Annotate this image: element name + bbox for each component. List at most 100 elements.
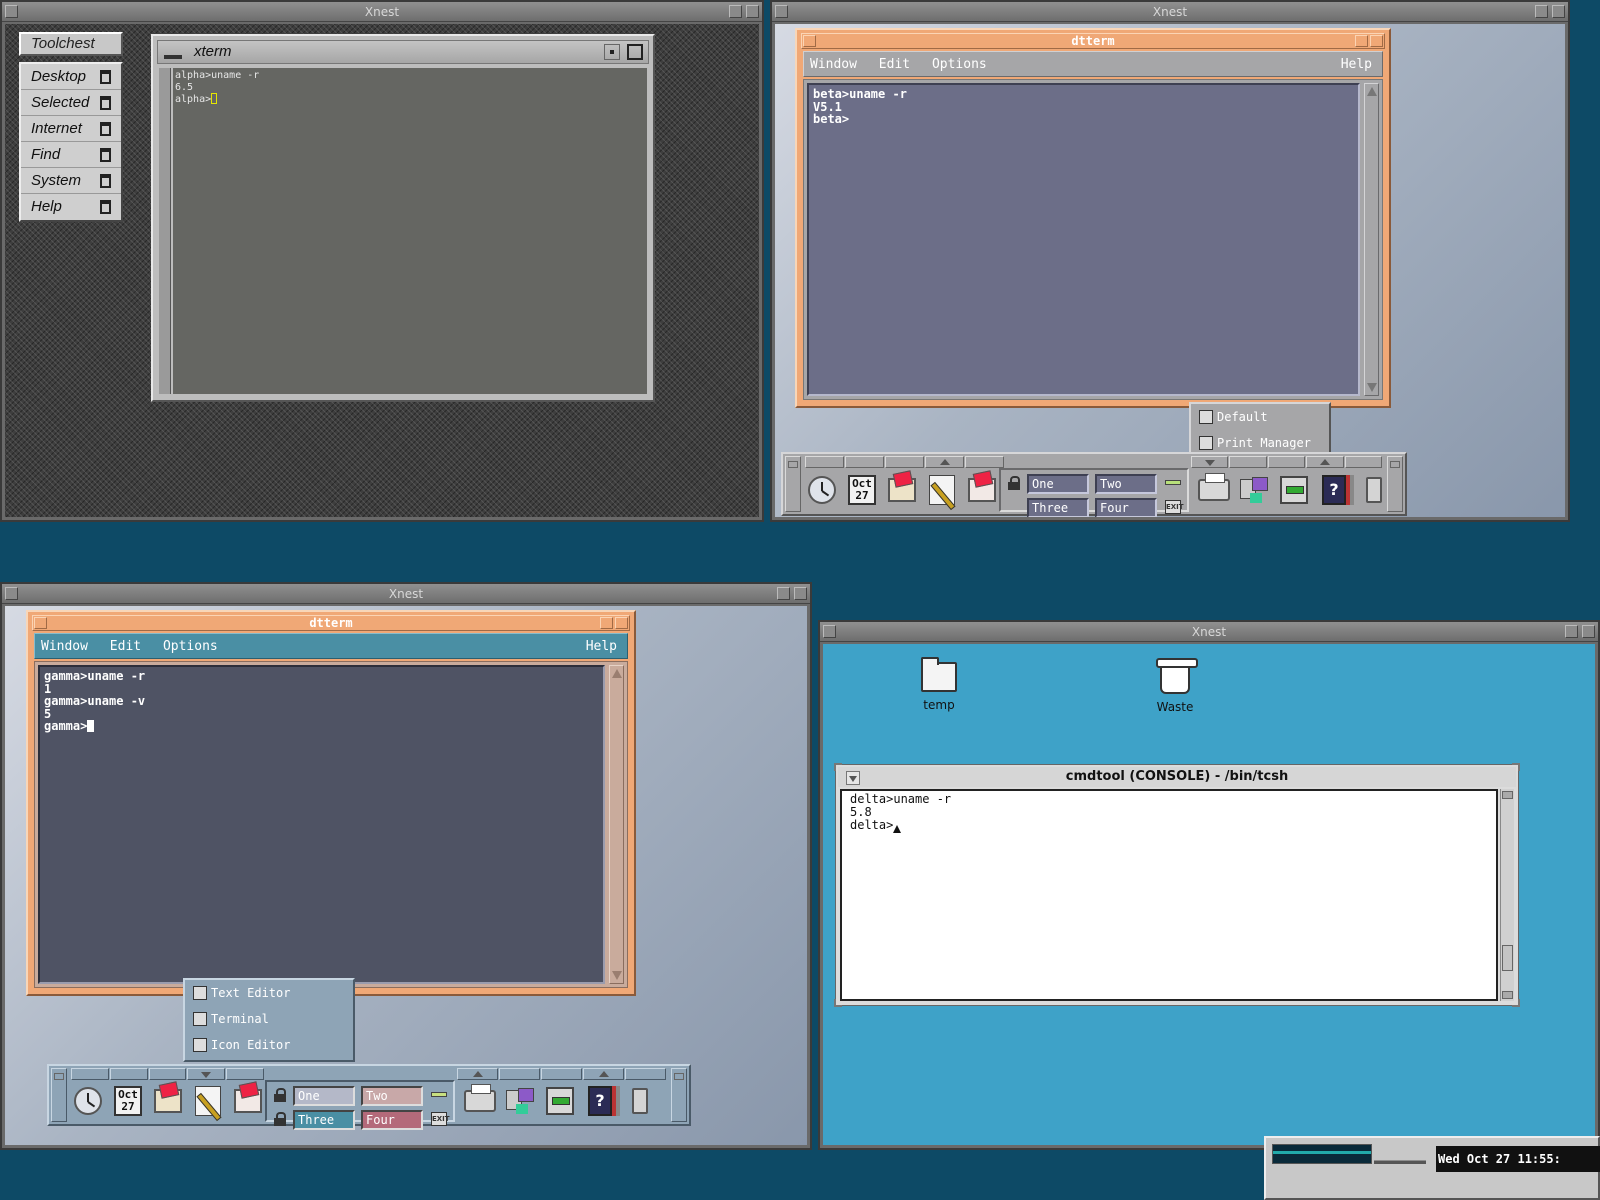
cmdtool-titlebar[interactable]: cmdtool (CONSOLE) - /bin/tcsh <box>838 767 1516 787</box>
workspace-button-two[interactable]: Two <box>1095 474 1157 494</box>
scroll-anchor-top[interactable] <box>1502 791 1513 799</box>
minimize-button[interactable] <box>600 617 613 629</box>
workspace-button-one[interactable]: One <box>293 1086 355 1106</box>
window-menu-button[interactable] <box>775 5 788 18</box>
subpanel-tab[interactable] <box>1306 456 1344 468</box>
help-manager-control[interactable]: ? <box>1315 472 1353 508</box>
workspace-button-three[interactable]: Three <box>293 1110 355 1130</box>
file-manager-control[interactable] <box>149 1083 187 1119</box>
subpanel-tab[interactable] <box>71 1068 109 1080</box>
file-manager-control[interactable] <box>883 472 921 508</box>
desktop-icon-temp[interactable]: temp <box>899 657 979 712</box>
subpanel-tab[interactable] <box>625 1068 666 1080</box>
lock-icon[interactable] <box>1007 476 1021 490</box>
calendar-control[interactable]: Oct 27 <box>109 1083 147 1119</box>
clock-control[interactable] <box>803 472 841 508</box>
dtterm-terminal[interactable]: beta>uname -r V5.1 beta> <box>807 83 1360 396</box>
mailer-control[interactable] <box>963 472 1001 508</box>
xnest-titlebar[interactable]: Xnest <box>820 622 1598 642</box>
workspace-button-four[interactable]: Four <box>361 1110 423 1130</box>
menu-window[interactable]: Window <box>41 639 88 654</box>
panel-menu-handle[interactable] <box>785 456 801 512</box>
scroll-down-icon[interactable] <box>612 971 622 980</box>
application-manager-control[interactable] <box>1275 472 1313 508</box>
toolchest-item-find[interactable]: Find <box>21 142 121 168</box>
subpanel-tab[interactable] <box>1267 456 1306 468</box>
xnest-titlebar[interactable]: Xnest <box>772 2 1568 22</box>
subpanel-item-default[interactable]: Default <box>1191 404 1329 430</box>
window-menu-button[interactable] <box>34 617 47 629</box>
menu-help[interactable]: Help <box>586 634 617 660</box>
printer-control[interactable] <box>1195 472 1233 508</box>
toolchest-item-internet[interactable]: Internet <box>21 116 121 142</box>
menu-window[interactable]: Window <box>810 57 857 72</box>
scroll-elevator[interactable] <box>1502 945 1513 971</box>
trash-control[interactable] <box>621 1083 659 1119</box>
subpanel-tab[interactable] <box>885 456 924 468</box>
workspace-button-one[interactable]: One <box>1027 474 1089 494</box>
panel-menu-handle[interactable] <box>51 1068 67 1122</box>
scroll-down-icon[interactable] <box>1367 383 1377 392</box>
xnest-titlebar[interactable]: Xnest <box>2 584 810 604</box>
dtterm-titlebar[interactable]: dtterm <box>32 615 630 631</box>
dtterm-terminal[interactable]: gamma>uname -r 1 gamma>uname -v 5 gamma> <box>38 665 605 984</box>
subpanel-tab[interactable] <box>187 1068 226 1080</box>
workspace-button-four[interactable]: Four <box>1095 498 1157 517</box>
subpanel-tab[interactable] <box>845 456 884 468</box>
subpanel-item-icon-editor[interactable]: Icon Editor <box>185 1032 353 1058</box>
cmdtool-terminal[interactable]: delta>uname -r 5.8 delta> <box>840 789 1498 1001</box>
text-editor-control[interactable] <box>923 472 961 508</box>
scroll-anchor-bottom[interactable] <box>1502 991 1513 999</box>
minimize-button[interactable] <box>604 44 620 60</box>
window-menu-button[interactable] <box>5 587 18 600</box>
workspace-button-three[interactable]: Three <box>1027 498 1089 517</box>
subpanel-tab[interactable] <box>805 456 844 468</box>
trash-control[interactable] <box>1355 472 1393 508</box>
minimize-button[interactable] <box>1565 625 1578 638</box>
toolchest-item-desktop[interactable]: Desktop <box>21 64 121 90</box>
toolchest-title[interactable]: Toolchest <box>19 32 123 56</box>
vertical-scrollbar[interactable] <box>1364 83 1379 396</box>
xnest-titlebar[interactable]: Xnest <box>2 2 762 22</box>
subpanel-tab[interactable] <box>965 456 1004 468</box>
minimize-button[interactable] <box>777 587 790 600</box>
minimize-button[interactable] <box>729 5 742 18</box>
subpanel-tab[interactable] <box>541 1068 582 1080</box>
xterm-terminal[interactable]: alpha>uname -r 6.5 alpha> <box>173 68 647 394</box>
subpanel-tab[interactable] <box>1344 456 1383 468</box>
text-editor-control[interactable] <box>189 1083 227 1119</box>
subpanel-tab[interactable] <box>925 456 964 468</box>
maximize-button[interactable] <box>746 5 759 18</box>
vertical-scrollbar[interactable] <box>609 665 624 984</box>
toolchest-item-system[interactable]: System <box>21 168 121 194</box>
mailer-control[interactable] <box>229 1083 267 1119</box>
exit-button[interactable]: EXIT <box>1165 500 1184 514</box>
subpanel-tab[interactable] <box>226 1068 264 1080</box>
window-menu-icon[interactable] <box>846 771 860 785</box>
window-menu-button[interactable] <box>5 5 18 18</box>
minimize-button[interactable] <box>1535 5 1548 18</box>
subpanel-tab[interactable] <box>148 1068 187 1080</box>
subpanel-tab[interactable] <box>499 1068 540 1080</box>
application-manager-control[interactable] <box>541 1083 579 1119</box>
maximize-button[interactable] <box>1370 35 1383 47</box>
vertical-scrollbar[interactable] <box>1500 789 1514 1001</box>
subpanel-tab[interactable] <box>109 1068 148 1080</box>
menu-edit[interactable]: Edit <box>879 57 910 72</box>
exit-button[interactable]: EXIT <box>431 1112 450 1126</box>
xterm-titlebar[interactable]: xterm <box>157 40 649 64</box>
menu-edit[interactable]: Edit <box>110 639 141 654</box>
panel-minimize-handle[interactable] <box>671 1068 687 1122</box>
subpanel-item-terminal[interactable]: Terminal <box>185 1006 353 1032</box>
menu-help[interactable]: Help <box>1341 52 1372 78</box>
window-menu-icon[interactable] <box>164 55 182 59</box>
clock-control[interactable] <box>69 1083 107 1119</box>
window-menu-button[interactable] <box>803 35 816 47</box>
desktop-icon-waste[interactable]: Waste <box>1135 658 1215 714</box>
screen-lock-icon[interactable] <box>273 1112 287 1126</box>
maximize-button[interactable] <box>627 44 643 60</box>
window-menu-button[interactable] <box>823 625 836 638</box>
style-manager-control[interactable] <box>1235 472 1273 508</box>
subpanel-tab[interactable] <box>457 1068 498 1080</box>
workspace-button-two[interactable]: Two <box>361 1086 423 1106</box>
